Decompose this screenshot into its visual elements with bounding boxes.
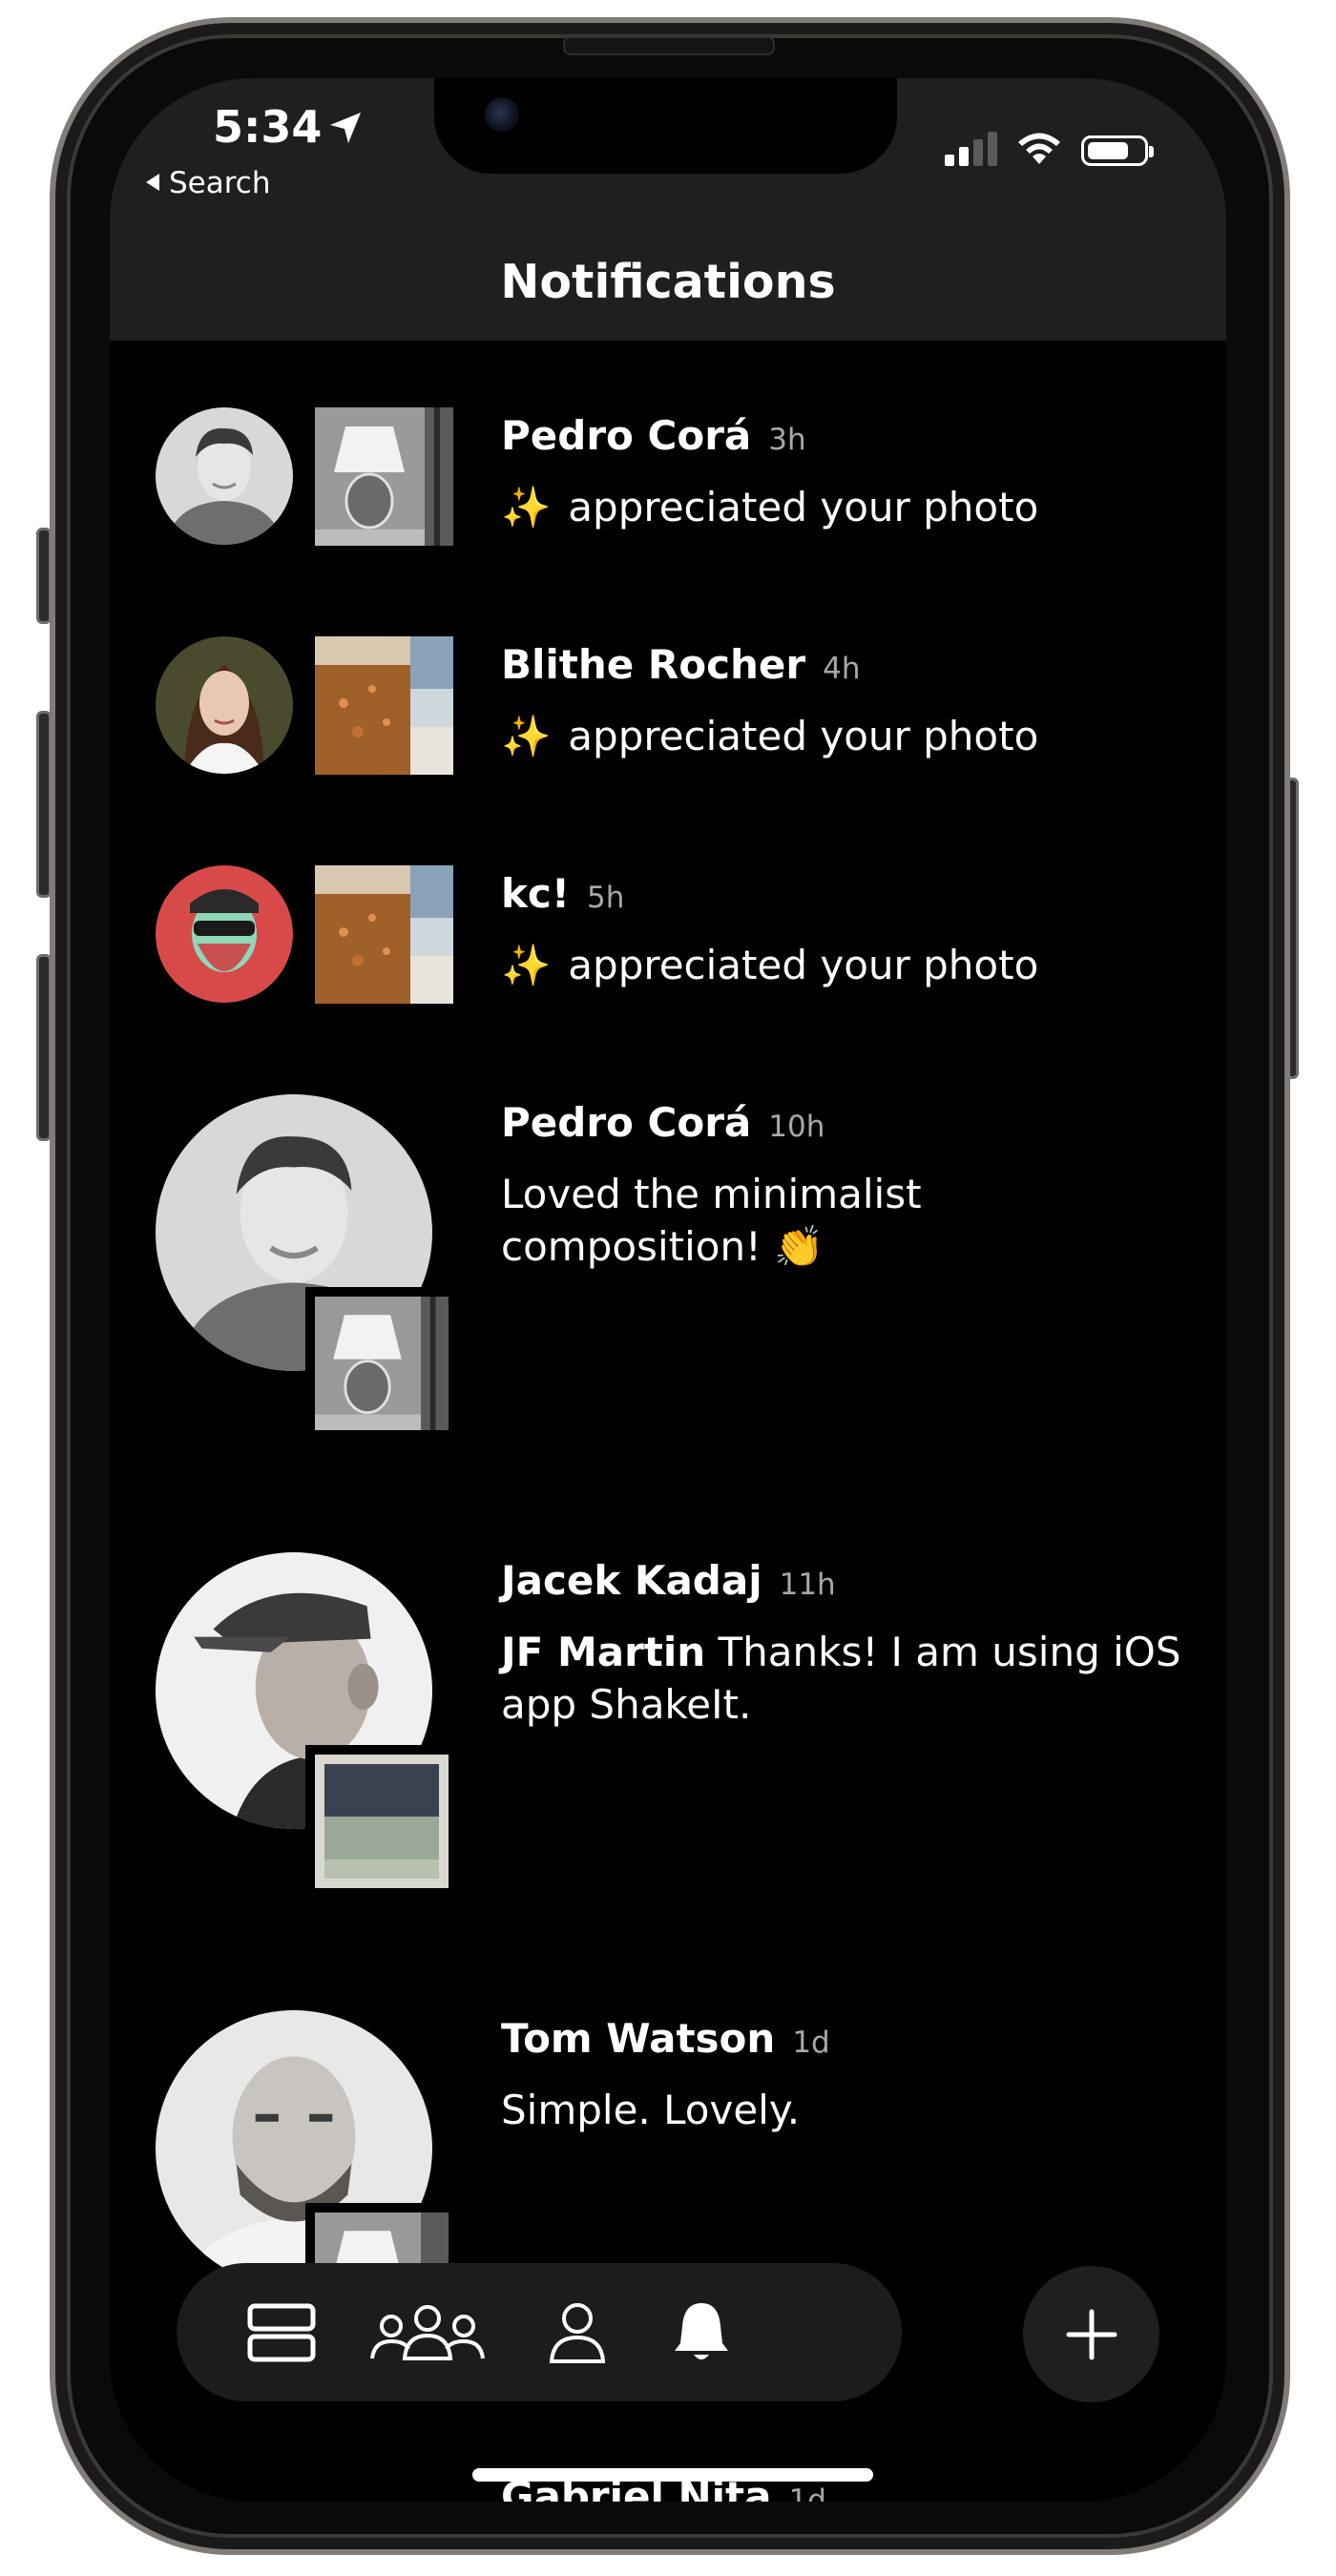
photo-thumbnail-window[interactable]: [305, 1745, 458, 1898]
wifi-icon: [1018, 133, 1060, 164]
bell-icon: [675, 2302, 728, 2359]
photo-thumbnail-lamp[interactable]: [315, 407, 453, 546]
plus-icon: [1066, 2309, 1117, 2359]
battery-icon: [1081, 135, 1154, 166]
comment-text: Loved the minimalist composition! 👏: [501, 1171, 922, 1270]
sparkles-icon: ✨: [501, 713, 552, 759]
home-indicator[interactable]: [472, 2468, 873, 2482]
status-icons: [945, 132, 1154, 166]
feed-icon: [247, 2303, 316, 2361]
user-name[interactable]: Pedro Corá: [501, 412, 751, 459]
app-screen: 5:34 Search Notifications Pedro Corá 3h …: [110, 78, 1226, 2502]
tab-community[interactable]: [363, 2263, 491, 2401]
tab-bar: [177, 2263, 902, 2401]
back-triangle-icon: [146, 174, 159, 191]
photo-thumbnail-lamp[interactable]: [305, 1287, 458, 1440]
add-photo-button[interactable]: [1023, 2266, 1159, 2402]
back-label: Search: [169, 166, 271, 200]
person-icon: [549, 2302, 606, 2363]
status-time: 5:34: [213, 101, 323, 153]
photo-thumbnail-glass[interactable]: [315, 636, 453, 775]
user-name[interactable]: Tom Watson: [501, 2015, 775, 2062]
notification-message: ✨ appreciated your photo: [501, 481, 1188, 533]
notification-message: ✨ appreciated your photo: [501, 710, 1188, 762]
message-text: appreciated your photo: [568, 942, 1039, 988]
timestamp: 1d: [788, 2483, 826, 2502]
user-name[interactable]: Jacek Kadaj: [501, 1557, 762, 1604]
avatar-kc[interactable]: [156, 865, 293, 1003]
timestamp: 3h: [768, 423, 806, 457]
sparkles-icon: ✨: [501, 942, 552, 988]
cellular-signal-icon: [945, 132, 997, 166]
notification-item[interactable]: kc! 5h ✨ appreciated your photo: [110, 799, 1226, 1008]
timestamp: 10h: [768, 1110, 825, 1144]
timestamp: 4h: [823, 652, 861, 686]
photo-thumbnail-glass[interactable]: [315, 865, 453, 1004]
tab-profile[interactable]: [530, 2263, 625, 2401]
comment-text: Simple. Lovely.: [501, 2087, 801, 2133]
sparkles-icon: ✨: [501, 484, 552, 530]
message-text: appreciated your photo: [568, 484, 1039, 530]
back-to-search-link[interactable]: Search: [146, 166, 271, 200]
avatar-blithe-rocher[interactable]: [156, 636, 293, 774]
people-group-icon: [369, 2304, 485, 2360]
user-name[interactable]: kc!: [501, 870, 570, 917]
timestamp: 5h: [586, 881, 625, 915]
notification-header: Blithe Rocher 4h: [501, 641, 860, 688]
dynamic-island: [434, 78, 897, 174]
front-camera: [485, 97, 519, 132]
navigation-header: 5:34 Search Notifications: [110, 78, 1226, 341]
user-name[interactable]: Blithe Rocher: [501, 641, 805, 688]
notification-header: Jacek Kadaj 11h: [501, 1557, 836, 1604]
notification-item[interactable]: Jacek Kadaj 11h JF Martin Thanks! I am us…: [110, 1485, 1226, 1924]
location-arrow-icon: [330, 113, 361, 143]
notification-item[interactable]: Pedro Corá 3h ✨ appreciated your photo: [110, 341, 1226, 551]
notification-header: Pedro Corá 10h: [501, 1099, 825, 1146]
user-name[interactable]: Pedro Corá: [501, 1099, 751, 1146]
timestamp: 1d: [792, 2025, 830, 2060]
notification-item[interactable]: Blithe Rocher 4h ✨ appreciated your photo: [110, 570, 1226, 779]
notification-item[interactable]: Pedro Corá 10h Loved the minimalist compo…: [110, 1028, 1226, 1466]
notifications-list: Pedro Corá 3h ✨ appreciated your photo B…: [110, 341, 1226, 2502]
avatar-pedro-cora[interactable]: [156, 407, 293, 545]
page-title: Notifications: [500, 255, 836, 309]
notification-header: Tom Watson 1d: [501, 2015, 830, 2062]
tab-feed[interactable]: [224, 2263, 339, 2401]
comment-text: JF Martin Thanks! I am using iOS app Sha…: [501, 1626, 1188, 1731]
notification-header: kc! 5h: [501, 870, 624, 917]
tab-notifications[interactable]: [654, 2263, 749, 2401]
earpiece-speaker: [563, 36, 775, 55]
mentioned-user[interactable]: JF Martin: [501, 1629, 705, 1675]
notification-message: ✨ appreciated your photo: [501, 939, 1188, 991]
notification-header: Pedro Corá 3h: [501, 412, 806, 459]
timestamp: 11h: [779, 1568, 836, 1602]
message-text: appreciated your photo: [568, 713, 1039, 759]
